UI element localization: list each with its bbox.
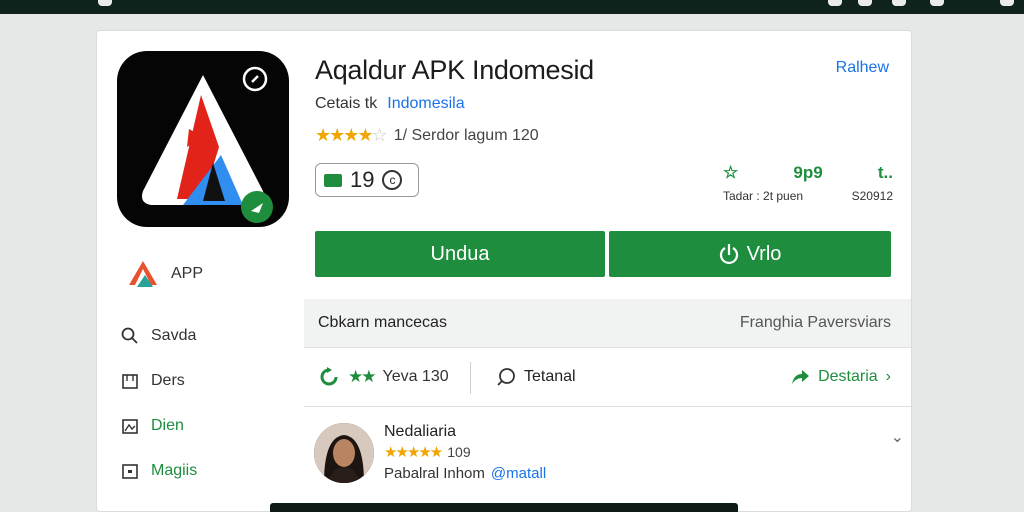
stat-value: t.. [877, 163, 893, 182]
status-icon [858, 0, 872, 6]
panel-actions: ★★ Yeva 130 Tetanal Destaria › [304, 347, 911, 407]
search-icon [121, 327, 138, 344]
sidebar-item-label: Magiis [151, 462, 198, 479]
star-rating: ★★★★★ [384, 444, 443, 461]
top-status-bar [0, 0, 1024, 14]
chevron-down-icon[interactable]: ⌄ [891, 427, 904, 447]
sidebar-brand[interactable]: APP [127, 259, 203, 289]
status-icon [828, 0, 842, 6]
sidebar-item-details[interactable]: Ders [121, 372, 185, 390]
status-icon [1000, 0, 1014, 6]
secondary-label: Vrlo [746, 242, 782, 265]
avatar[interactable] [314, 423, 374, 483]
app-logo-icon [117, 51, 289, 227]
comment-action[interactable]: Tetanal [496, 367, 576, 387]
badge-value: 19 [350, 167, 375, 192]
rate-action[interactable]: ★★ Yeva 130 [318, 366, 449, 388]
star-outline-icon: ☆ [723, 163, 739, 182]
comment-label: Tetanal [524, 368, 576, 385]
brand-label: APP [171, 265, 204, 282]
stat-label: S20912 [851, 189, 893, 203]
box-icon [122, 464, 138, 479]
share-action[interactable]: Destaria › [790, 368, 891, 386]
copyright-icon: c [382, 170, 403, 190]
developer-link[interactable]: Indomesila [387, 95, 464, 112]
stat-value: 9p9 [793, 163, 823, 182]
document-icon [122, 374, 138, 389]
reviewer-name: Nedaliaria [384, 423, 457, 440]
panel-header-title: Cbkarn mancecas [318, 314, 447, 331]
developer-line: Cetais tk Indomesila [315, 95, 465, 113]
sidebar-item-search[interactable]: Savda [121, 327, 196, 345]
rating-line: ★★★★☆ 1/ Serdor lagum 120 [315, 125, 539, 146]
gallery-icon [122, 419, 138, 434]
rate-label: Yeva 130 [382, 368, 449, 385]
bottom-bar [270, 503, 738, 512]
sidebar-item-label: Savda [151, 327, 197, 344]
divider [470, 362, 471, 394]
review-link[interactable]: Ralhew [836, 59, 889, 77]
panel-header-link[interactable]: Franghia Paversviars [740, 314, 891, 332]
stat-label: Tadar : 2t puen [723, 189, 804, 203]
review-rating: ★★★★★ 109 [384, 443, 471, 461]
brand-logo-icon [129, 261, 157, 287]
app-title: Aqaldur APK Indomesid [315, 55, 594, 85]
status-icon [98, 0, 112, 6]
review-count: 109 [447, 444, 471, 460]
sidebar-item-magiis[interactable]: Magiis [121, 462, 197, 480]
status-icon [930, 0, 944, 6]
share-arrow-icon [792, 370, 810, 384]
panel-header: Cbkarn mancecas Franghia Paversviars [304, 299, 911, 347]
chevron-right-icon: › [885, 368, 891, 385]
review-body: Pabalral Inhom @matall [384, 465, 546, 482]
app-stats: ☆ 9p9 t.. Tadar : 2t puen S20912 [723, 163, 893, 203]
sidebar-item-label: Ders [151, 372, 185, 389]
comment-icon [497, 368, 515, 386]
star-rating: ★★★★☆ [315, 125, 388, 145]
secondary-button[interactable]: Vrlo [609, 231, 891, 277]
share-label: Destaria [818, 368, 878, 385]
refresh-icon [320, 367, 338, 386]
download-label: Undua [430, 242, 490, 265]
download-button[interactable]: Undua [315, 231, 605, 277]
rating-text: 1/ Serdor lagum 120 [393, 126, 539, 144]
developer-label: Cetais tk [315, 95, 378, 112]
star-pair-icon: ★★ [348, 367, 377, 386]
app-details-card: Aqaldur APK Indomesid Ralhew Cetais tk In… [96, 30, 912, 512]
review-text: Pabalral Inhom [384, 465, 485, 482]
sidebar-item-dien[interactable]: Dien [121, 417, 184, 435]
reviews-panel: Cbkarn mancecas Franghia Paversviars ★★ … [304, 299, 911, 511]
content-rating-badge: 19 c [315, 163, 419, 197]
review-mention[interactable]: @matall [491, 465, 546, 482]
sidebar-item-label: Dien [151, 417, 184, 434]
power-icon [719, 244, 738, 265]
flag-icon [324, 173, 342, 187]
status-icon [892, 0, 906, 6]
